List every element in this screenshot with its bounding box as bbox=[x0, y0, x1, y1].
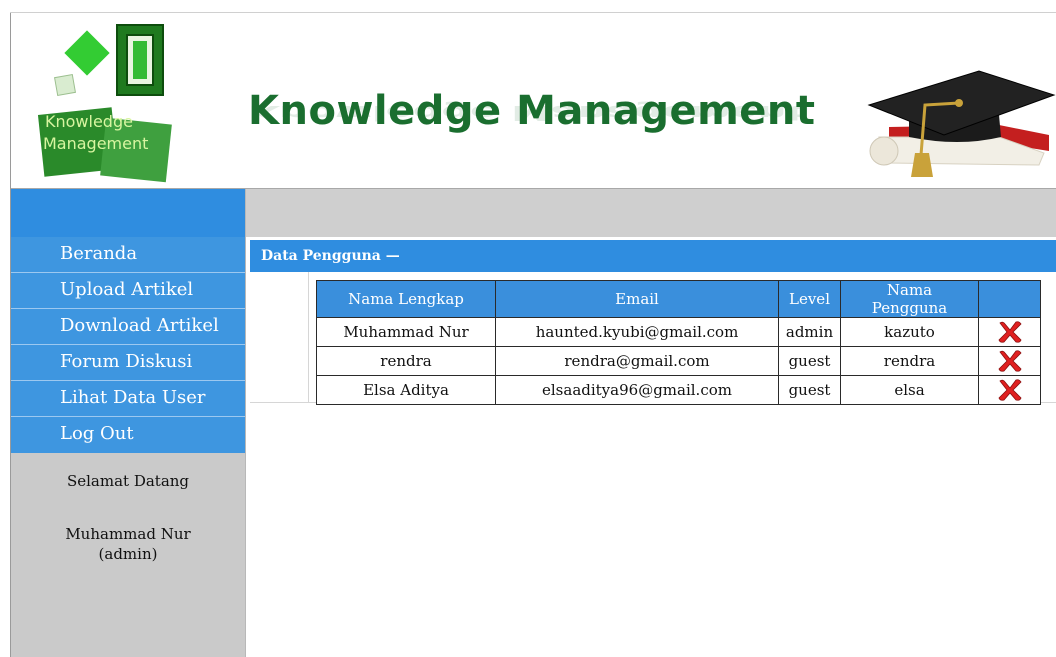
site-logo: Knowledge Management bbox=[37, 24, 172, 183]
cell-nama-lengkap: Muhammad Nur bbox=[316, 317, 496, 347]
cell-nama-pengguna: kazuto bbox=[840, 317, 979, 347]
table-row: Elsa Aditya elsaaditya96@gmail.com guest… bbox=[316, 375, 1041, 405]
column-header-level: Level bbox=[778, 280, 841, 318]
sidebar-item-log-out[interactable]: Log Out bbox=[11, 417, 245, 453]
site-header: Knowledge Management Knowledge Managemen… bbox=[11, 13, 1056, 188]
column-header-nama-lengkap: Nama Lengkap bbox=[316, 280, 496, 318]
current-user-name: Muhammad Nur bbox=[65, 525, 191, 543]
cell-action bbox=[978, 346, 1041, 376]
table-row: Muhammad Nur haunted.kyubi@gmail.com adm… bbox=[316, 317, 1041, 347]
graduation-cap-icon bbox=[867, 70, 1056, 177]
sidebar-item-forum-diskusi[interactable]: Forum Diskusi bbox=[11, 345, 245, 381]
content-panel-divider bbox=[308, 272, 309, 402]
delete-x-icon[interactable] bbox=[997, 378, 1023, 402]
cell-nama-pengguna: rendra bbox=[840, 346, 979, 376]
cell-level: admin bbox=[778, 317, 841, 347]
column-header-email: Email bbox=[495, 280, 779, 318]
sidebar: Beranda Upload Artikel Download Artikel … bbox=[11, 237, 245, 657]
current-user-role: (admin) bbox=[98, 545, 158, 563]
current-user: Muhammad Nur (admin) bbox=[11, 524, 245, 564]
cell-email: rendra@gmail.com bbox=[495, 346, 779, 376]
sidebar-item-upload-artikel[interactable]: Upload Artikel bbox=[11, 273, 245, 309]
delete-x-icon[interactable] bbox=[997, 349, 1023, 373]
section-title: Data Pengguna — bbox=[261, 248, 400, 264]
sidebar-item-beranda[interactable]: Beranda bbox=[11, 237, 245, 273]
column-header-action bbox=[978, 280, 1041, 318]
table-row: rendra rendra@gmail.com guest rendra bbox=[316, 346, 1041, 376]
top-nav-bar bbox=[246, 189, 1056, 237]
cell-email: haunted.kyubi@gmail.com bbox=[495, 317, 779, 347]
column-header-nama-pengguna: Nama Pengguna bbox=[840, 280, 979, 318]
section-header: Data Pengguna — bbox=[250, 240, 1056, 272]
cell-email: elsaaditya96@gmail.com bbox=[495, 375, 779, 405]
site-title-reflection: Knowledge Management bbox=[248, 101, 806, 124]
sidebar-menu: Beranda Upload Artikel Download Artikel … bbox=[11, 237, 245, 453]
delete-x-icon[interactable] bbox=[997, 320, 1023, 344]
cell-nama-pengguna: elsa bbox=[840, 375, 979, 405]
cell-nama-lengkap: Elsa Aditya bbox=[316, 375, 496, 405]
table-header-row: Nama Lengkap Email Level Nama Pengguna bbox=[316, 280, 1041, 318]
sidebar-header-block bbox=[11, 189, 245, 237]
sidebar-item-download-artikel[interactable]: Download Artikel bbox=[11, 309, 245, 345]
cell-action bbox=[978, 375, 1041, 405]
logo-text-line2: Management bbox=[43, 134, 148, 153]
logo-text-line1: Knowledge bbox=[45, 112, 133, 131]
cell-level: guest bbox=[778, 346, 841, 376]
users-table: Nama Lengkap Email Level Nama Pengguna M… bbox=[316, 280, 1041, 405]
cell-action bbox=[978, 317, 1041, 347]
welcome-text: Selamat Datang bbox=[66, 472, 190, 490]
cell-nama-lengkap: rendra bbox=[316, 346, 496, 376]
cell-level: guest bbox=[778, 375, 841, 405]
sidebar-divider bbox=[245, 189, 246, 657]
sidebar-item-lihat-data-user[interactable]: Lihat Data User bbox=[11, 381, 245, 417]
